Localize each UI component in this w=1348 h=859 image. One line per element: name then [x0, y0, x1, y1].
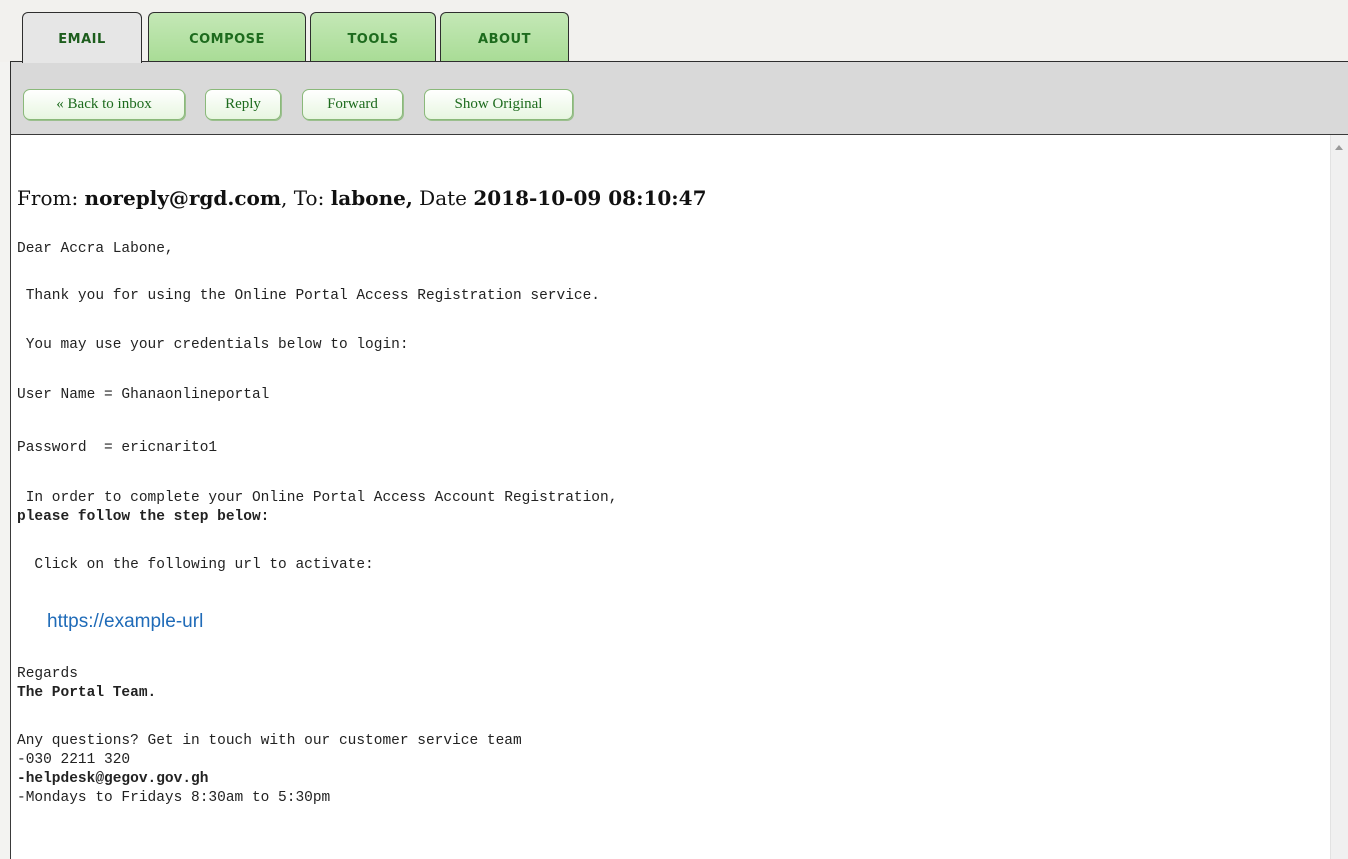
thanks-text: Thank you for using the Online Portal Ac…: [17, 288, 600, 304]
team-signature-text: The Portal Team.: [17, 685, 157, 701]
greeting-text: Dear Accra Labone,: [17, 241, 174, 257]
to-prefix: , To:: [281, 186, 331, 210]
date-prefix: Date: [412, 186, 474, 210]
tab-tools[interactable]: TOOLS: [310, 12, 436, 61]
activation-url-link[interactable]: https://example-url: [47, 611, 203, 633]
username-text: User Name = Ghanaonlineportal: [17, 387, 270, 403]
from-prefix: From:: [17, 186, 85, 210]
password-text: Password = ericnarito1: [17, 440, 218, 456]
tab-bar: EMAIL COMPOSE TOOLS ABOUT: [0, 0, 1348, 63]
follow-step-text: please follow the step below:: [17, 509, 270, 525]
vertical-scrollbar[interactable]: [1330, 135, 1348, 859]
click-url-text: Click on the following url to activate:: [17, 557, 374, 573]
questions-text: Any questions? Get in touch with our cus…: [17, 733, 522, 749]
email-date: 2018-10-09 08:10:47: [473, 186, 707, 210]
helpdesk-text: -helpdesk@gegov.gov.gh: [17, 771, 209, 787]
credentials-intro-text: You may use your credentials below to lo…: [17, 337, 409, 353]
tab-about[interactable]: ABOUT: [440, 12, 569, 61]
show-original-button[interactable]: Show Original: [424, 89, 573, 120]
tab-compose[interactable]: COMPOSE: [148, 12, 306, 61]
back-to-inbox-button[interactable]: « Back to inbox: [23, 89, 185, 120]
forward-button[interactable]: Forward: [302, 89, 403, 120]
complete-registration-text: In order to complete your Online Portal …: [17, 490, 618, 506]
from-address: noreply@rgd.com: [84, 186, 282, 210]
tab-email[interactable]: EMAIL: [22, 12, 142, 63]
reply-button[interactable]: Reply: [205, 89, 281, 120]
hours-text: -Mondays to Fridays 8:30am to 5:30pm: [17, 790, 331, 806]
phone-text: -030 2211 320: [17, 752, 131, 768]
email-header: From: noreply@rgd.com, To: labone, Date …: [17, 186, 707, 210]
to-address: labone,: [330, 186, 413, 210]
scroll-up-arrow-icon[interactable]: [1335, 145, 1343, 150]
regards-text: Regards: [17, 666, 78, 682]
email-view-pane: From: noreply@rgd.com, To: labone, Date …: [10, 134, 1348, 859]
email-toolbar: « Back to inbox Reply Forward Show Origi…: [10, 61, 1348, 135]
